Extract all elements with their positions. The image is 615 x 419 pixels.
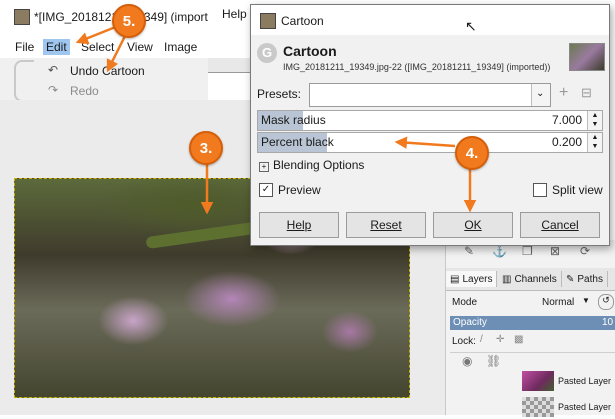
tab-channels[interactable]: ▥ Channels bbox=[498, 271, 562, 287]
undo-icon: ↶ bbox=[48, 63, 59, 77]
mask-radius-label: Mask radius bbox=[261, 113, 326, 127]
mask-radius-value: 7.000 bbox=[551, 113, 582, 127]
preview-toggle[interactable]: ✓ Preview bbox=[259, 183, 321, 197]
edit-dropdown-menu: ↶ Undo Cartoon ↷ Redo bbox=[0, 58, 208, 102]
chevron-down-icon[interactable]: ▼ bbox=[582, 296, 590, 305]
lock-row: Lock: / ✛ ▩ bbox=[450, 334, 615, 350]
menu-item-undo[interactable]: ↶ Undo Cartoon bbox=[44, 62, 204, 80]
anchor-icon[interactable]: ⚓ bbox=[492, 244, 507, 258]
main-window-titlebar: *[IMG_20181211_19349] (importe bbox=[0, 0, 215, 36]
menu-image[interactable]: Image bbox=[161, 39, 200, 55]
lock-alpha-icon[interactable]: ▩ bbox=[514, 334, 523, 345]
dialog-title: Cartoon bbox=[281, 14, 324, 28]
step-4-badge: 4. bbox=[455, 136, 489, 170]
preview-label: Preview bbox=[278, 183, 321, 197]
tab-layers[interactable]: ▤ Layers bbox=[446, 271, 498, 287]
add-preset-icon[interactable]: + bbox=[559, 84, 568, 102]
paths-icon: ✎ bbox=[566, 273, 575, 285]
layer-thumbnail bbox=[522, 397, 554, 417]
menu-edit[interactable]: Edit bbox=[43, 39, 70, 55]
opacity-value: 10 bbox=[602, 317, 614, 328]
layer-thumbnail bbox=[522, 371, 554, 391]
menu-view[interactable]: View bbox=[124, 39, 156, 55]
layers-dock: ✎ ⚓ ❐ ⊠ ⟳ ▤ Layers ▥ Channels ✎ Paths Mode … bbox=[445, 240, 615, 417]
menu-gutter bbox=[14, 60, 34, 102]
layers-list-header: ◉ ⛓ bbox=[450, 352, 615, 369]
menu-help[interactable]: Help bbox=[222, 7, 247, 21]
opacity-label: Opacity bbox=[453, 317, 487, 328]
percent-black-spinscale[interactable]: Percent black 0.200 ▲ ▼ bbox=[257, 132, 603, 153]
layer-name: Pasted Layer bbox=[558, 376, 612, 386]
cartoon-dialog: Cartoon ↖ G Cartoon IMG_20181211_19349.j… bbox=[250, 4, 610, 246]
presets-label: Presets: bbox=[257, 87, 302, 101]
duplicate-icon[interactable]: ❐ bbox=[522, 244, 533, 258]
menu-file[interactable]: File bbox=[12, 39, 37, 55]
lock-label: Lock: bbox=[452, 336, 476, 347]
layer-name: Pasted Layer bbox=[558, 402, 612, 412]
layer-row[interactable]: Pasted Layer bbox=[450, 395, 615, 419]
mask-radius-stepper[interactable]: ▲ ▼ bbox=[587, 111, 602, 130]
mode-select[interactable]: Normal bbox=[542, 297, 574, 308]
redo-icon: ↷ bbox=[48, 83, 59, 97]
dialog-heading: Cartoon bbox=[283, 43, 337, 59]
percent-black-value: 0.200 bbox=[551, 135, 582, 149]
preview-checkbox[interactable]: ✓ bbox=[259, 183, 273, 197]
reset-button[interactable]: Reset bbox=[346, 212, 426, 238]
presets-combo[interactable]: ⌄ bbox=[309, 83, 551, 107]
split-view-checkbox[interactable] bbox=[533, 183, 547, 197]
step-5-badge: 5. bbox=[112, 4, 146, 38]
menu-select[interactable]: Select bbox=[78, 39, 117, 55]
mode-row: Mode Normal ▼ ↺ bbox=[450, 294, 615, 314]
blending-options-expander[interactable]: + Blending Options bbox=[259, 158, 364, 172]
cancel-button[interactable]: Cancel bbox=[520, 212, 600, 238]
step-3-badge: 3. bbox=[189, 131, 223, 165]
mode-label: Mode bbox=[452, 297, 478, 308]
gimp-app-icon bbox=[14, 9, 30, 25]
menubar: File Edit Select View Image bbox=[0, 36, 208, 58]
layer-row[interactable]: Pasted Layer bbox=[450, 369, 615, 393]
blending-options-label: Blending Options bbox=[273, 158, 365, 172]
dialog-subtitle: IMG_20181211_19349.jpg-22 ([IMG_20181211… bbox=[283, 62, 551, 72]
reset-mode-icon[interactable]: ↺ bbox=[598, 294, 614, 310]
undo-label: Undo Cartoon bbox=[70, 64, 145, 78]
lock-pixels-icon[interactable]: / bbox=[480, 334, 483, 345]
percent-black-label: Percent black bbox=[261, 135, 334, 149]
layers-icon: ▤ bbox=[450, 273, 460, 285]
chain-header-icon: ⛓ bbox=[486, 354, 502, 368]
gimp-app-icon bbox=[260, 13, 276, 29]
mask-radius-spinscale[interactable]: Mask radius 7.000 ▲ ▼ bbox=[257, 110, 603, 131]
help-button[interactable]: Help bbox=[259, 212, 339, 238]
channels-icon: ▥ bbox=[502, 273, 512, 285]
preset-menu-icon[interactable]: ⊟ bbox=[581, 85, 592, 101]
refresh-icon[interactable]: ⟳ bbox=[580, 244, 590, 258]
split-view-label: Split view bbox=[552, 183, 603, 197]
chevron-down-icon[interactable]: ⌄ bbox=[531, 84, 550, 106]
mouse-cursor-icon: ↖ bbox=[465, 18, 477, 34]
image-thumbnail bbox=[569, 43, 605, 71]
dock-tabs: ▤ Layers ▥ Channels ✎ Paths bbox=[446, 268, 615, 291]
ok-button[interactable]: OK bbox=[433, 212, 513, 238]
split-view-toggle[interactable]: Split view bbox=[533, 183, 603, 197]
visibility-header-icon: ◉ bbox=[462, 354, 473, 368]
dialog-titlebar: Cartoon ↖ bbox=[251, 5, 609, 35]
ruler bbox=[208, 58, 252, 73]
lock-position-icon[interactable]: ✛ bbox=[496, 334, 504, 345]
expander-plus-icon: + bbox=[259, 162, 269, 172]
delete-icon[interactable]: ⊠ bbox=[550, 244, 560, 258]
redo-label: Redo bbox=[70, 84, 99, 98]
tab-paths[interactable]: ✎ Paths bbox=[562, 271, 608, 287]
edit-icon[interactable]: ✎ bbox=[464, 244, 474, 258]
percent-black-stepper[interactable]: ▲ ▼ bbox=[587, 133, 602, 152]
opacity-slider[interactable]: Opacity 10 bbox=[450, 316, 615, 330]
gegl-icon: G bbox=[257, 43, 277, 63]
menu-item-redo[interactable]: ↷ Redo bbox=[44, 82, 204, 100]
